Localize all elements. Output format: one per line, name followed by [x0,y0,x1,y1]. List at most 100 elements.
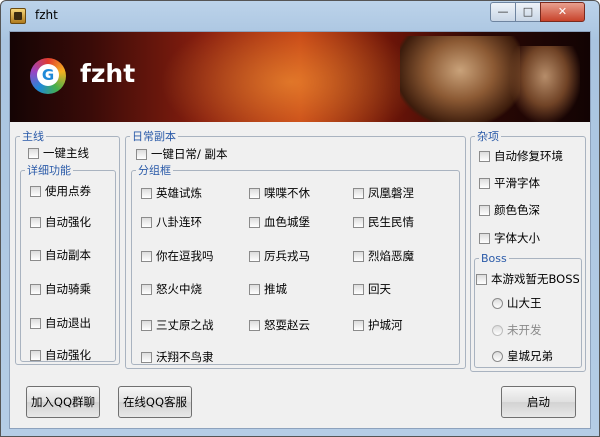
checkbox-label: 护城河 [368,318,403,332]
checkbox-dungeon-c3-3[interactable]: 烈焰恶魔 [353,248,414,264]
app-window: fzht — □ ✕ fzht 主线 一键主线 详细功能 使用点券 自动强化 [0,0,600,437]
checkbox-label: 推城 [264,282,287,296]
title-bar[interactable]: fzht — □ ✕ [1,1,599,31]
checkbox-box[interactable] [476,273,487,285]
maximize-button[interactable]: □ [515,2,541,22]
checkbox-label: 平滑字体 [494,176,540,190]
checkbox-smooth-font[interactable]: 平滑字体 [479,175,540,191]
checkbox-label: 你在逗我吗 [156,249,214,263]
checkbox-box[interactable] [141,216,152,228]
checkbox-box[interactable] [479,150,490,162]
radio-huangcheng[interactable]: 皇城兄弟 [492,348,553,364]
checkbox-label: 沃翔不鸟隶 [156,350,214,364]
checkbox-dungeon-c3-1[interactable]: 凤凰磐涅 [353,185,414,201]
checkbox-box[interactable] [249,319,260,331]
join-qq-group-button[interactable]: 加入QQ群聊 [26,386,100,418]
checkbox-box[interactable] [353,283,364,295]
checkbox-box[interactable] [479,204,490,216]
checkbox-label: 厉兵戎马 [264,249,310,263]
checkbox-dungeon-c1-1[interactable]: 英雄试炼 [141,185,202,201]
checkbox-box[interactable] [30,283,41,295]
checkbox-detail-2[interactable]: 自动强化 [30,214,91,230]
checkbox-box[interactable] [30,249,41,261]
checkbox-box[interactable] [141,250,152,262]
checkbox-label: 怒火中烧 [156,282,202,296]
checkbox-dungeon-c1-5[interactable]: 三丈原之战 [141,317,214,333]
checkbox-dungeon-c1-6[interactable]: 沃翔不鸟隶 [141,349,214,365]
checkbox-box[interactable] [249,250,260,262]
minimize-button[interactable]: — [490,2,516,22]
checkbox-box[interactable] [249,187,260,199]
start-button[interactable]: 启动 [501,386,576,418]
checkbox-box[interactable] [353,250,364,262]
checkbox-dungeon-c2-4[interactable]: 推城 [249,281,287,297]
checkbox-dungeon-c2-2[interactable]: 血色城堡 [249,214,310,230]
checkbox-box[interactable] [353,319,364,331]
checkbox-dungeon-c2-1[interactable]: 喋喋不休 [249,185,310,201]
checkbox-label: 一键日常/ 副本 [151,147,228,161]
warrior-artwork-2 [510,46,580,122]
boss-legend: Boss [481,252,507,265]
checkbox-label: 自动副本 [45,248,91,262]
close-button[interactable]: ✕ [540,2,585,22]
checkbox-label: 自动强化 [45,348,91,362]
checkbox-dungeon-c2-3[interactable]: 厉兵戎马 [249,248,310,264]
checkbox-no-boss[interactable]: 本游戏暂无BOSS [476,271,579,287]
checkbox-label: 一键主线 [43,146,89,160]
app-icon [10,8,26,24]
checkbox-box[interactable] [30,216,41,228]
checkbox-label: 自动修复环境 [494,149,563,163]
checkbox-auto-repair[interactable]: 自动修复环境 [479,148,563,164]
checkbox-box[interactable] [141,319,152,331]
checkbox-dungeon-c1-2[interactable]: 八卦连环 [141,214,202,230]
radio-circle[interactable] [492,350,503,362]
radio-unavailable: 未开发 [492,322,542,338]
checkbox-box[interactable] [249,283,260,295]
main-line-legend: 主线 [22,130,44,143]
checkbox-box[interactable] [30,349,41,361]
checkbox-one-click-daily[interactable]: 一键日常/ 副本 [136,146,228,162]
checkbox-box[interactable] [249,216,260,228]
checkbox-dungeon-c3-5[interactable]: 护城河 [353,317,403,333]
radio-label: 皇城兄弟 [507,349,553,363]
checkbox-box[interactable] [30,317,41,329]
checkbox-box[interactable] [141,283,152,295]
checkbox-dungeon-c1-3[interactable]: 你在逗我吗 [141,248,214,264]
checkbox-label: 怒耍赵云 [264,318,310,332]
checkbox-label: 三丈原之战 [156,318,214,332]
online-qq-service-button[interactable]: 在线QQ客服 [118,386,192,418]
logo-text: fzht [80,59,136,88]
checkbox-box[interactable] [30,185,41,197]
checkbox-detail-6[interactable]: 自动强化 [30,347,91,363]
checkbox-box[interactable] [479,177,490,189]
checkbox-color-depth[interactable]: 颜色色深 [479,202,540,218]
radio-shandawang[interactable]: 山大王 [492,295,542,311]
checkbox-box[interactable] [136,148,147,160]
checkbox-font-size[interactable]: 字体大小 [479,230,540,246]
checkbox-one-click-main[interactable]: 一键主线 [28,145,89,161]
checkbox-dungeon-c1-4[interactable]: 怒火中烧 [141,281,202,297]
checkbox-detail-1[interactable]: 使用点券 [30,183,91,199]
group-box-legend: 分组框 [138,164,171,177]
checkbox-detail-3[interactable]: 自动副本 [30,247,91,263]
checkbox-detail-4[interactable]: 自动骑乘 [30,281,91,297]
checkbox-box[interactable] [141,351,152,363]
banner-glow [160,32,420,122]
checkbox-dungeon-c3-4[interactable]: 回天 [353,281,391,297]
radio-circle[interactable] [492,297,503,309]
checkbox-dungeon-c2-5[interactable]: 怒耍赵云 [249,317,310,333]
checkbox-dungeon-c3-2[interactable]: 民生民情 [353,214,414,230]
client-area: fzht 主线 一键主线 详细功能 使用点券 自动强化 自动副本 自动骑乘 [9,31,591,429]
checkbox-detail-5[interactable]: 自动退出 [30,315,91,331]
checkbox-box[interactable] [479,232,490,244]
checkbox-box[interactable] [353,187,364,199]
checkbox-box[interactable] [353,216,364,228]
checkbox-box[interactable] [28,147,39,159]
checkbox-box[interactable] [141,187,152,199]
window-title: fzht [35,8,58,22]
checkbox-label: 字体大小 [494,231,540,245]
checkbox-label: 烈焰恶魔 [368,249,414,263]
checkbox-label: 自动骑乘 [45,282,91,296]
radio-label: 山大王 [507,296,542,310]
checkbox-label: 喋喋不休 [264,186,310,200]
